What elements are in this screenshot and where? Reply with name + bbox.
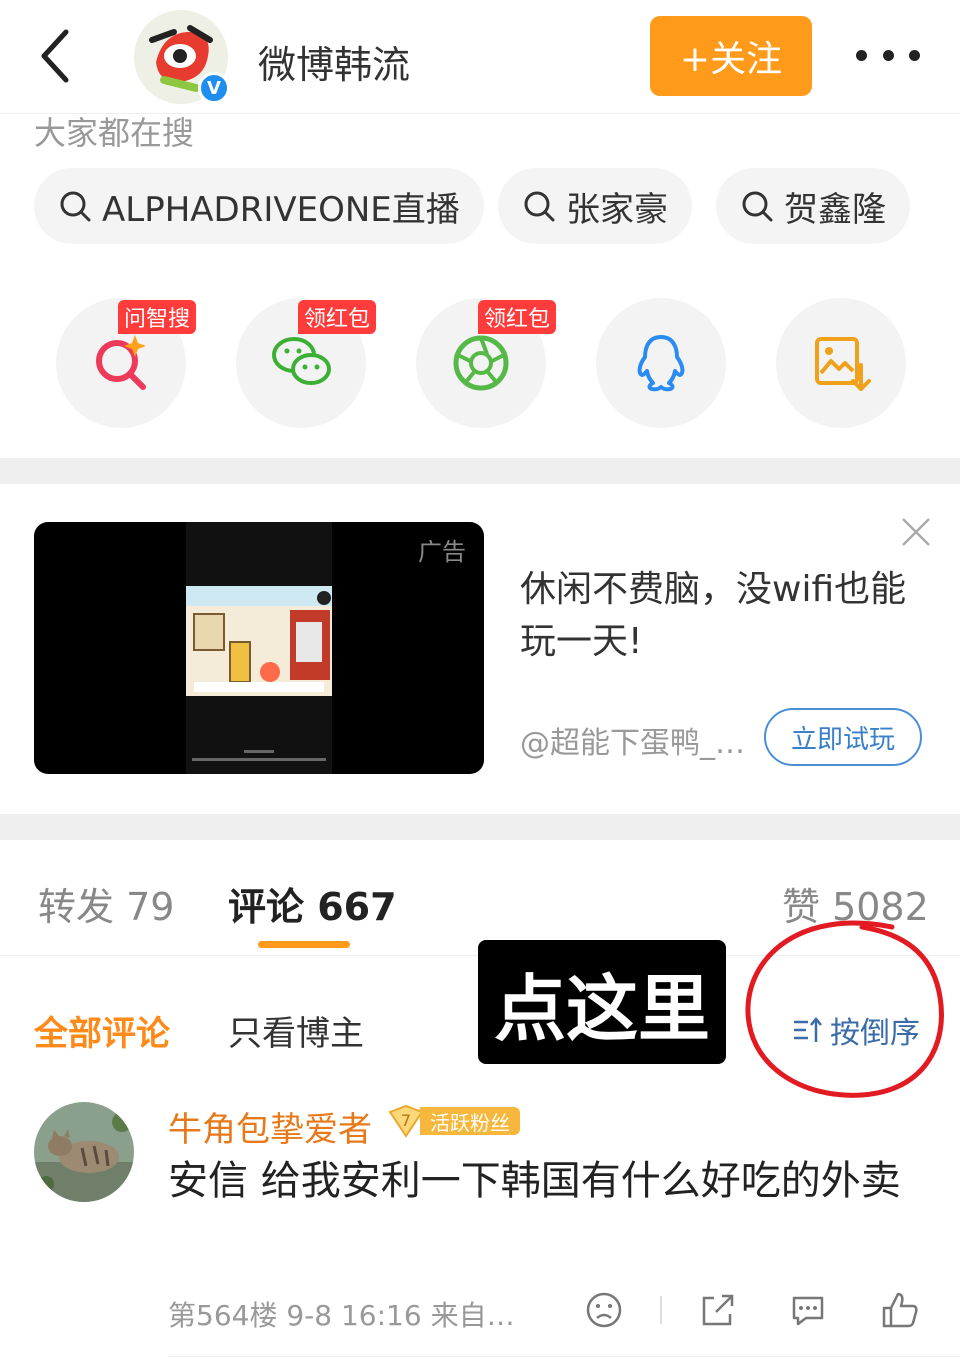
game-preview-image xyxy=(186,522,332,774)
save-image-button[interactable] xyxy=(776,298,906,428)
filter-author-only[interactable]: 只看博主 xyxy=(228,1006,364,1055)
save-image-icon xyxy=(815,337,871,391)
share-icon[interactable] xyxy=(698,1290,738,1330)
top-bar: V 微博韩流 +关注 xyxy=(0,0,960,114)
action-separator xyxy=(660,1296,662,1324)
section-divider xyxy=(0,458,960,484)
search-chip-label: ALPHADRIVEONE直播 xyxy=(102,189,460,230)
trending-search-title: 大家都在搜 xyxy=(34,114,195,152)
qq-icon xyxy=(637,335,685,392)
search-icon xyxy=(60,191,91,222)
search-chip[interactable]: 张家豪 xyxy=(498,168,692,244)
section-divider xyxy=(0,814,960,840)
comment-divider xyxy=(168,1356,960,1357)
search-icon xyxy=(742,191,773,222)
close-icon[interactable] xyxy=(900,516,932,548)
annotation-label: 点这里 xyxy=(478,940,726,1064)
cat-photo-image xyxy=(34,1102,134,1202)
fan-level-badge: 7 活跃粉丝 xyxy=(386,1104,520,1138)
like-thumb-icon[interactable] xyxy=(880,1290,920,1330)
verified-badge-icon: V xyxy=(198,72,230,104)
comment-text[interactable]: 安信 给我安利一下韩国有什么好吃的外卖 xyxy=(168,1150,928,1212)
share-tag: 问智搜 xyxy=(118,300,197,334)
share-tag: 领红包 xyxy=(478,300,557,334)
ad-label: 广告 xyxy=(418,538,466,566)
filter-all-comments[interactable]: 全部评论 xyxy=(34,1006,170,1055)
moments-icon xyxy=(453,335,509,391)
annotation-circle xyxy=(745,920,944,1098)
more-options-icon[interactable] xyxy=(856,40,920,70)
search-icon xyxy=(524,191,555,222)
ad-source[interactable]: @超能下蛋鸭_… xyxy=(520,718,754,762)
dislike-icon[interactable] xyxy=(584,1290,624,1330)
back-arrow-icon[interactable] xyxy=(36,26,76,86)
tab-reposts[interactable]: 转发 79 xyxy=(38,876,174,931)
share-qq-button[interactable] xyxy=(596,298,726,428)
ai-search-icon xyxy=(96,335,146,390)
search-chip-label: 张家豪 xyxy=(566,189,668,230)
active-tab-indicator xyxy=(258,941,350,948)
follow-button[interactable]: +关注 xyxy=(650,16,812,96)
commenter-username[interactable]: 牛角包挚爱者 xyxy=(168,1102,372,1151)
tab-comments[interactable]: 评论 667 xyxy=(228,876,397,931)
comment-meta: 第564楼 9-8 16:16 来自… xyxy=(168,1299,515,1332)
account-name[interactable]: 微博韩流 xyxy=(258,34,410,89)
fan-badge-text: 活跃粉丝 xyxy=(420,1107,520,1135)
wechat-icon xyxy=(272,337,331,385)
try-now-button[interactable]: 立即试玩 xyxy=(764,708,922,766)
share-tag: 领红包 xyxy=(298,300,377,334)
search-chip-label: 贺鑫隆 xyxy=(784,189,886,230)
reply-comment-icon[interactable] xyxy=(788,1290,828,1330)
search-chip[interactable]: ALPHADRIVEONE直播 xyxy=(34,168,484,244)
commenter-avatar[interactable] xyxy=(34,1102,134,1202)
search-chip[interactable]: 贺鑫隆 xyxy=(716,168,910,244)
ad-headline[interactable]: 休闲不费脑，没wifi也能玩一天! xyxy=(520,564,920,668)
ad-video-thumbnail[interactable]: 广告 xyxy=(34,522,484,774)
fan-level: 7 xyxy=(401,1111,411,1130)
